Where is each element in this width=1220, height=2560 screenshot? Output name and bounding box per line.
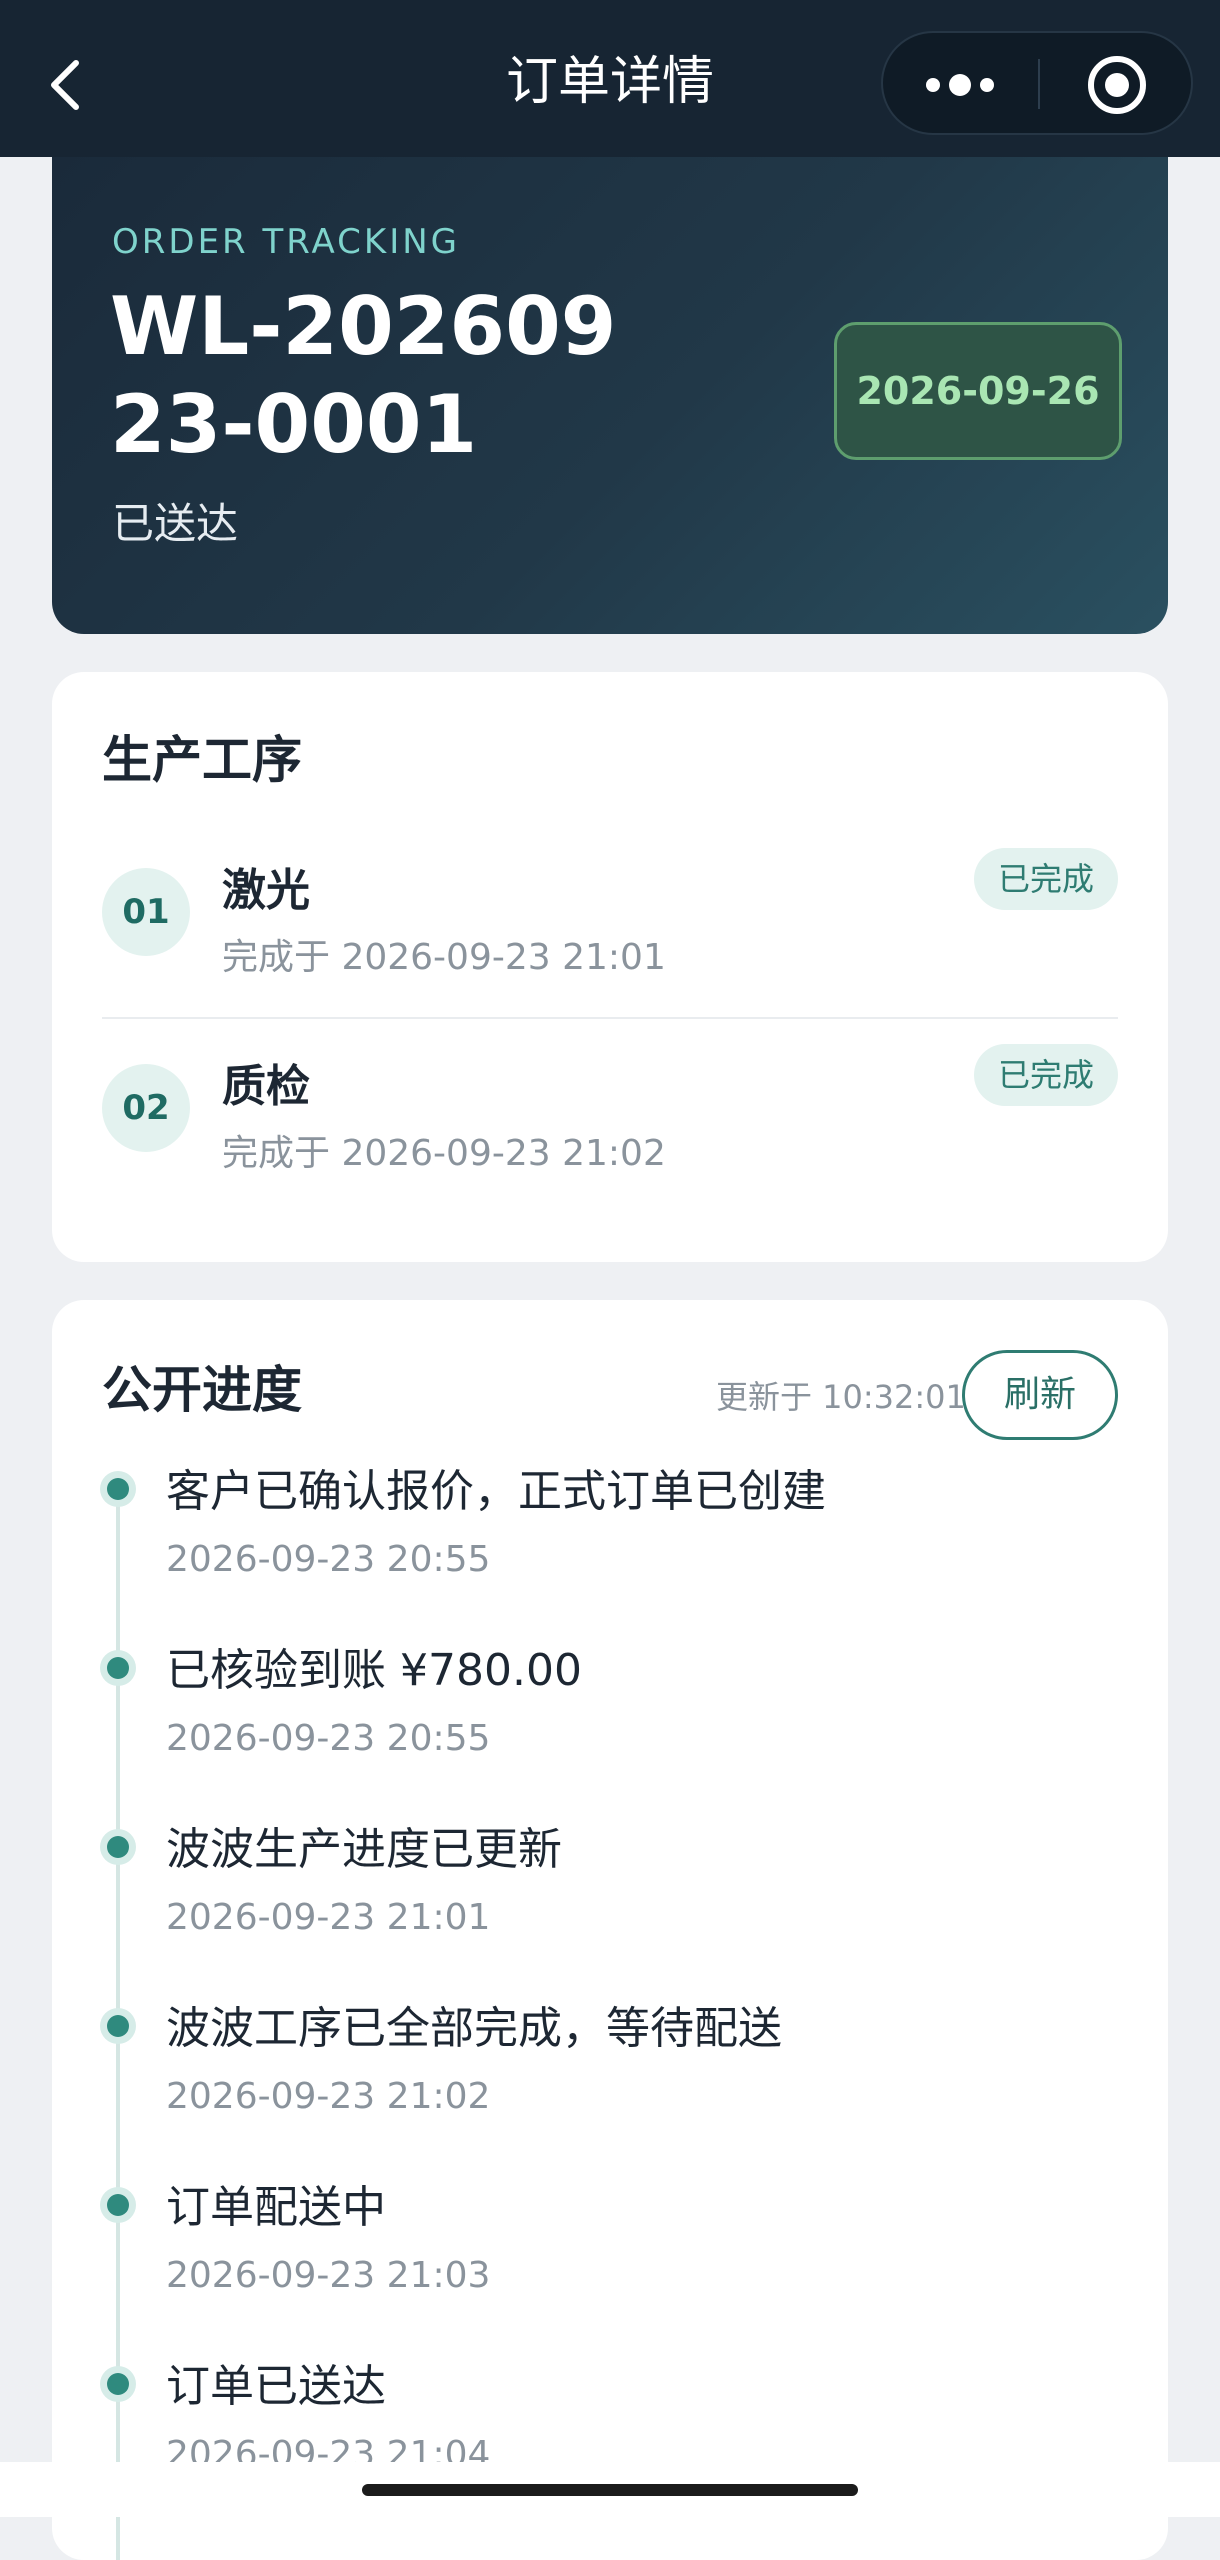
timeline-event-time: 2026-09-23 20:55 bbox=[166, 1718, 491, 1759]
home-indicator[interactable] bbox=[362, 2484, 858, 2496]
mini-program-capsule bbox=[881, 31, 1193, 135]
timeline-event-text: 波波工序已全部完成，等待配送 bbox=[166, 2003, 782, 2054]
timeline-event-text: 已核验到账 ¥780.00 bbox=[166, 1645, 582, 1696]
chevron-left-icon bbox=[51, 60, 79, 110]
step-item: 01 激光 完成于 2026-09-23 21:01 已完成 bbox=[102, 848, 1118, 1028]
timeline-dot bbox=[107, 2194, 129, 2216]
timeline-item: 客户已确认报价，正式订单已创建 2026-09-23 20:55 bbox=[52, 1455, 1168, 1625]
timeline-event-text: 波波生产进度已更新 bbox=[166, 1824, 562, 1875]
timeline-dot bbox=[107, 1657, 129, 1679]
step-status-badge: 已完成 bbox=[974, 1044, 1118, 1106]
step-name: 激光 bbox=[222, 865, 310, 916]
step-number: 02 bbox=[102, 1064, 190, 1152]
timeline-dot bbox=[107, 2015, 129, 2037]
target-circle-icon bbox=[1088, 56, 1146, 114]
timeline-item: 订单配送中 2026-09-23 21:03 bbox=[52, 2171, 1168, 2341]
step-divider bbox=[102, 1017, 1118, 1019]
order-status: 已送达 bbox=[112, 499, 239, 548]
timeline-item: 波波生产进度已更新 2026-09-23 21:01 bbox=[52, 1813, 1168, 1983]
more-dots-icon bbox=[926, 74, 994, 96]
timeline-item: 波波工序已全部完成，等待配送 2026-09-23 21:02 bbox=[52, 1992, 1168, 2162]
step-time: 完成于 2026-09-23 21:02 bbox=[222, 1133, 666, 1174]
order-number: WL-20260923-0001 bbox=[110, 280, 617, 471]
public-progress-title: 公开进度 bbox=[102, 1361, 302, 1419]
timeline-item: 已核验到账 ¥780.00 2026-09-23 20:55 bbox=[52, 1634, 1168, 1804]
step-item: 02 质检 完成于 2026-09-23 21:02 已完成 bbox=[102, 1044, 1118, 1224]
top-navbar: 订单详情 bbox=[0, 0, 1220, 157]
step-number: 01 bbox=[102, 868, 190, 956]
timeline-dot bbox=[107, 1478, 129, 1500]
production-steps-card: 生产工序 01 激光 完成于 2026-09-23 21:01 已完成 02 质… bbox=[52, 672, 1168, 1262]
order-tracking-label: ORDER TRACKING bbox=[112, 222, 460, 262]
home-indicator-area bbox=[0, 2462, 1220, 2517]
more-button[interactable] bbox=[883, 33, 1038, 133]
public-progress-card: 公开进度 更新于 10:32:01 刷新 客户已确认报价，正式订单已创建 202… bbox=[52, 1300, 1168, 2560]
timeline-event-time: 2026-09-23 21:01 bbox=[166, 1897, 491, 1938]
step-status-badge: 已完成 bbox=[974, 848, 1118, 910]
refresh-button[interactable]: 刷新 bbox=[962, 1350, 1118, 1440]
timeline-event-time: 2026-09-23 20:55 bbox=[166, 1539, 491, 1580]
timeline-dot bbox=[107, 2373, 129, 2395]
timeline-event-text: 订单配送中 bbox=[166, 2182, 386, 2233]
updated-time: 更新于 10:32:01 bbox=[716, 1378, 966, 1416]
close-miniprogram-button[interactable] bbox=[1040, 33, 1193, 133]
step-name: 质检 bbox=[222, 1061, 310, 1112]
timeline-dot bbox=[107, 1836, 129, 1858]
delivery-date-badge: 2026-09-26 bbox=[834, 322, 1122, 460]
timeline-event-text: 客户已确认报价，正式订单已创建 bbox=[166, 1466, 826, 1517]
step-time: 完成于 2026-09-23 21:01 bbox=[222, 937, 666, 978]
order-tracking-card: ORDER TRACKING WL-20260923-0001 已送达 2026… bbox=[52, 150, 1168, 634]
timeline-event-text: 订单已送达 bbox=[166, 2361, 386, 2412]
timeline-event-time: 2026-09-23 21:02 bbox=[166, 2076, 491, 2117]
production-steps-title: 生产工序 bbox=[102, 731, 302, 789]
back-button[interactable] bbox=[40, 45, 90, 125]
timeline-event-time: 2026-09-23 21:03 bbox=[166, 2255, 491, 2296]
